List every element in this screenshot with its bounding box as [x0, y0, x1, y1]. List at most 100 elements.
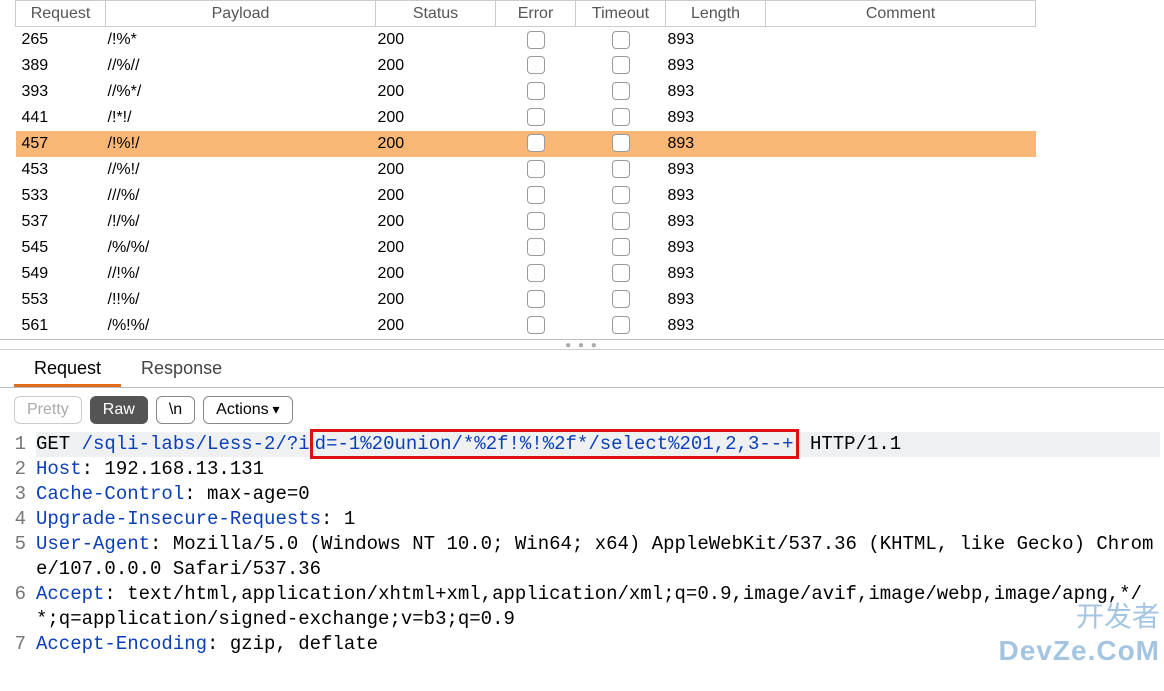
- raw-button[interactable]: Raw: [90, 396, 148, 424]
- table-row[interactable]: 393//%*/200893: [16, 79, 1036, 105]
- cell-length: 893: [666, 313, 766, 339]
- editor-line[interactable]: 7Accept-Encoding: gzip, deflate: [14, 632, 1160, 657]
- pane-drag-handle[interactable]: ● ● ●: [0, 340, 1164, 350]
- cell-payload: //%//: [106, 53, 376, 79]
- error-checkbox[interactable]: [527, 212, 545, 230]
- timeout-checkbox[interactable]: [612, 160, 630, 178]
- error-checkbox[interactable]: [527, 186, 545, 204]
- error-checkbox[interactable]: [527, 316, 545, 334]
- col-payload[interactable]: Payload: [106, 1, 376, 27]
- error-checkbox[interactable]: [527, 31, 545, 49]
- col-timeout[interactable]: Timeout: [576, 1, 666, 27]
- cell-payload: /!*!/: [106, 105, 376, 131]
- cell-error: [496, 79, 576, 105]
- table-row[interactable]: 549//!%/200893: [16, 261, 1036, 287]
- timeout-checkbox[interactable]: [612, 134, 630, 152]
- timeout-checkbox[interactable]: [612, 82, 630, 100]
- error-checkbox[interactable]: [527, 238, 545, 256]
- cell-payload: /!/%/: [106, 209, 376, 235]
- editor-line[interactable]: 6Accept: text/html,application/xhtml+xml…: [14, 582, 1160, 632]
- line-code[interactable]: Cache-Control: max-age=0: [36, 482, 1160, 507]
- editor-line[interactable]: 3Cache-Control: max-age=0: [14, 482, 1160, 507]
- cell-length: 893: [666, 209, 766, 235]
- table-row[interactable]: 453//%!/200893: [16, 157, 1036, 183]
- col-length[interactable]: Length: [666, 1, 766, 27]
- timeout-checkbox[interactable]: [612, 238, 630, 256]
- cell-request: 561: [16, 313, 106, 339]
- timeout-checkbox[interactable]: [612, 316, 630, 334]
- line-code[interactable]: User-Agent: Mozilla/5.0 (Windows NT 10.0…: [36, 532, 1160, 582]
- error-checkbox[interactable]: [527, 82, 545, 100]
- cell-timeout: [576, 209, 666, 235]
- line-code[interactable]: Accept: text/html,application/xhtml+xml,…: [36, 582, 1160, 632]
- cell-request: 533: [16, 183, 106, 209]
- error-checkbox[interactable]: [527, 264, 545, 282]
- line-code[interactable]: Upgrade-Insecure-Requests: 1: [36, 507, 1160, 532]
- col-request[interactable]: Request: [16, 1, 106, 27]
- cell-error: [496, 313, 576, 339]
- editor-line[interactable]: 4Upgrade-Insecure-Requests: 1: [14, 507, 1160, 532]
- table-row[interactable]: 561/%!%/200893: [16, 313, 1036, 339]
- editor-line[interactable]: 2Host: 192.168.13.131: [14, 457, 1160, 482]
- pretty-button[interactable]: Pretty: [14, 396, 82, 424]
- error-checkbox[interactable]: [527, 134, 545, 152]
- cell-comment: [766, 313, 1036, 339]
- table-row[interactable]: 389//%//200893: [16, 53, 1036, 79]
- cell-payload: //%!/: [106, 157, 376, 183]
- timeout-checkbox[interactable]: [612, 212, 630, 230]
- table-row[interactable]: 545/%/%/200893: [16, 235, 1036, 261]
- cell-status: 200: [376, 313, 496, 339]
- timeout-checkbox[interactable]: [612, 56, 630, 74]
- error-checkbox[interactable]: [527, 290, 545, 308]
- tab-response[interactable]: Response: [121, 350, 242, 387]
- cell-request: 545: [16, 235, 106, 261]
- col-error[interactable]: Error: [496, 1, 576, 27]
- cell-status: 200: [376, 53, 496, 79]
- cell-request: 389: [16, 53, 106, 79]
- cell-timeout: [576, 53, 666, 79]
- timeout-checkbox[interactable]: [612, 264, 630, 282]
- line-code[interactable]: GET /sqli-labs/Less-2/?id=-1%20union/*%2…: [36, 432, 1160, 457]
- cell-comment: [766, 261, 1036, 287]
- tab-request[interactable]: Request: [14, 350, 121, 387]
- line-number: 4: [14, 507, 36, 532]
- timeout-checkbox[interactable]: [612, 108, 630, 126]
- line-code[interactable]: Accept-Encoding: gzip, deflate: [36, 632, 1160, 657]
- table-row[interactable]: 441/!*!/200893: [16, 105, 1036, 131]
- cell-error: [496, 209, 576, 235]
- line-code[interactable]: Host: 192.168.13.131: [36, 457, 1160, 482]
- timeout-checkbox[interactable]: [612, 31, 630, 49]
- cell-request: 549: [16, 261, 106, 287]
- cell-timeout: [576, 105, 666, 131]
- editor-line[interactable]: 1GET /sqli-labs/Less-2/?id=-1%20union/*%…: [14, 432, 1160, 457]
- error-checkbox[interactable]: [527, 56, 545, 74]
- cell-error: [496, 157, 576, 183]
- cell-error: [496, 27, 576, 53]
- cell-comment: [766, 131, 1036, 157]
- table-row[interactable]: 537/!/%/200 893: [16, 209, 1036, 235]
- table-row[interactable]: 553/!!%/200893: [16, 287, 1036, 313]
- actions-dropdown[interactable]: Actions: [203, 396, 292, 424]
- results-header: Request Payload Status Error Timeout Len…: [16, 1, 1036, 27]
- newline-button[interactable]: \n: [156, 396, 195, 424]
- cell-error: [496, 235, 576, 261]
- error-checkbox[interactable]: [527, 160, 545, 178]
- table-row[interactable]: 533///%/200893: [16, 183, 1036, 209]
- error-checkbox[interactable]: [527, 108, 545, 126]
- cell-error: [496, 183, 576, 209]
- cell-length: 893: [666, 105, 766, 131]
- request-editor[interactable]: 1GET /sqli-labs/Less-2/?id=-1%20union/*%…: [0, 432, 1164, 657]
- timeout-checkbox[interactable]: [612, 290, 630, 308]
- table-row[interactable]: 265/!%*200893: [16, 27, 1036, 53]
- col-status[interactable]: Status: [376, 1, 496, 27]
- table-row[interactable]: 457/!%!/200893: [16, 131, 1036, 157]
- timeout-checkbox[interactable]: [612, 186, 630, 204]
- col-comment[interactable]: Comment: [766, 1, 1036, 27]
- cell-length: 893: [666, 131, 766, 157]
- editor-line[interactable]: 5User-Agent: Mozilla/5.0 (Windows NT 10.…: [14, 532, 1160, 582]
- cell-timeout: [576, 79, 666, 105]
- cell-status: 200: [376, 209, 496, 235]
- cell-length: 893: [666, 235, 766, 261]
- cell-request: 537: [16, 209, 106, 235]
- cell-payload: /!!%/: [106, 287, 376, 313]
